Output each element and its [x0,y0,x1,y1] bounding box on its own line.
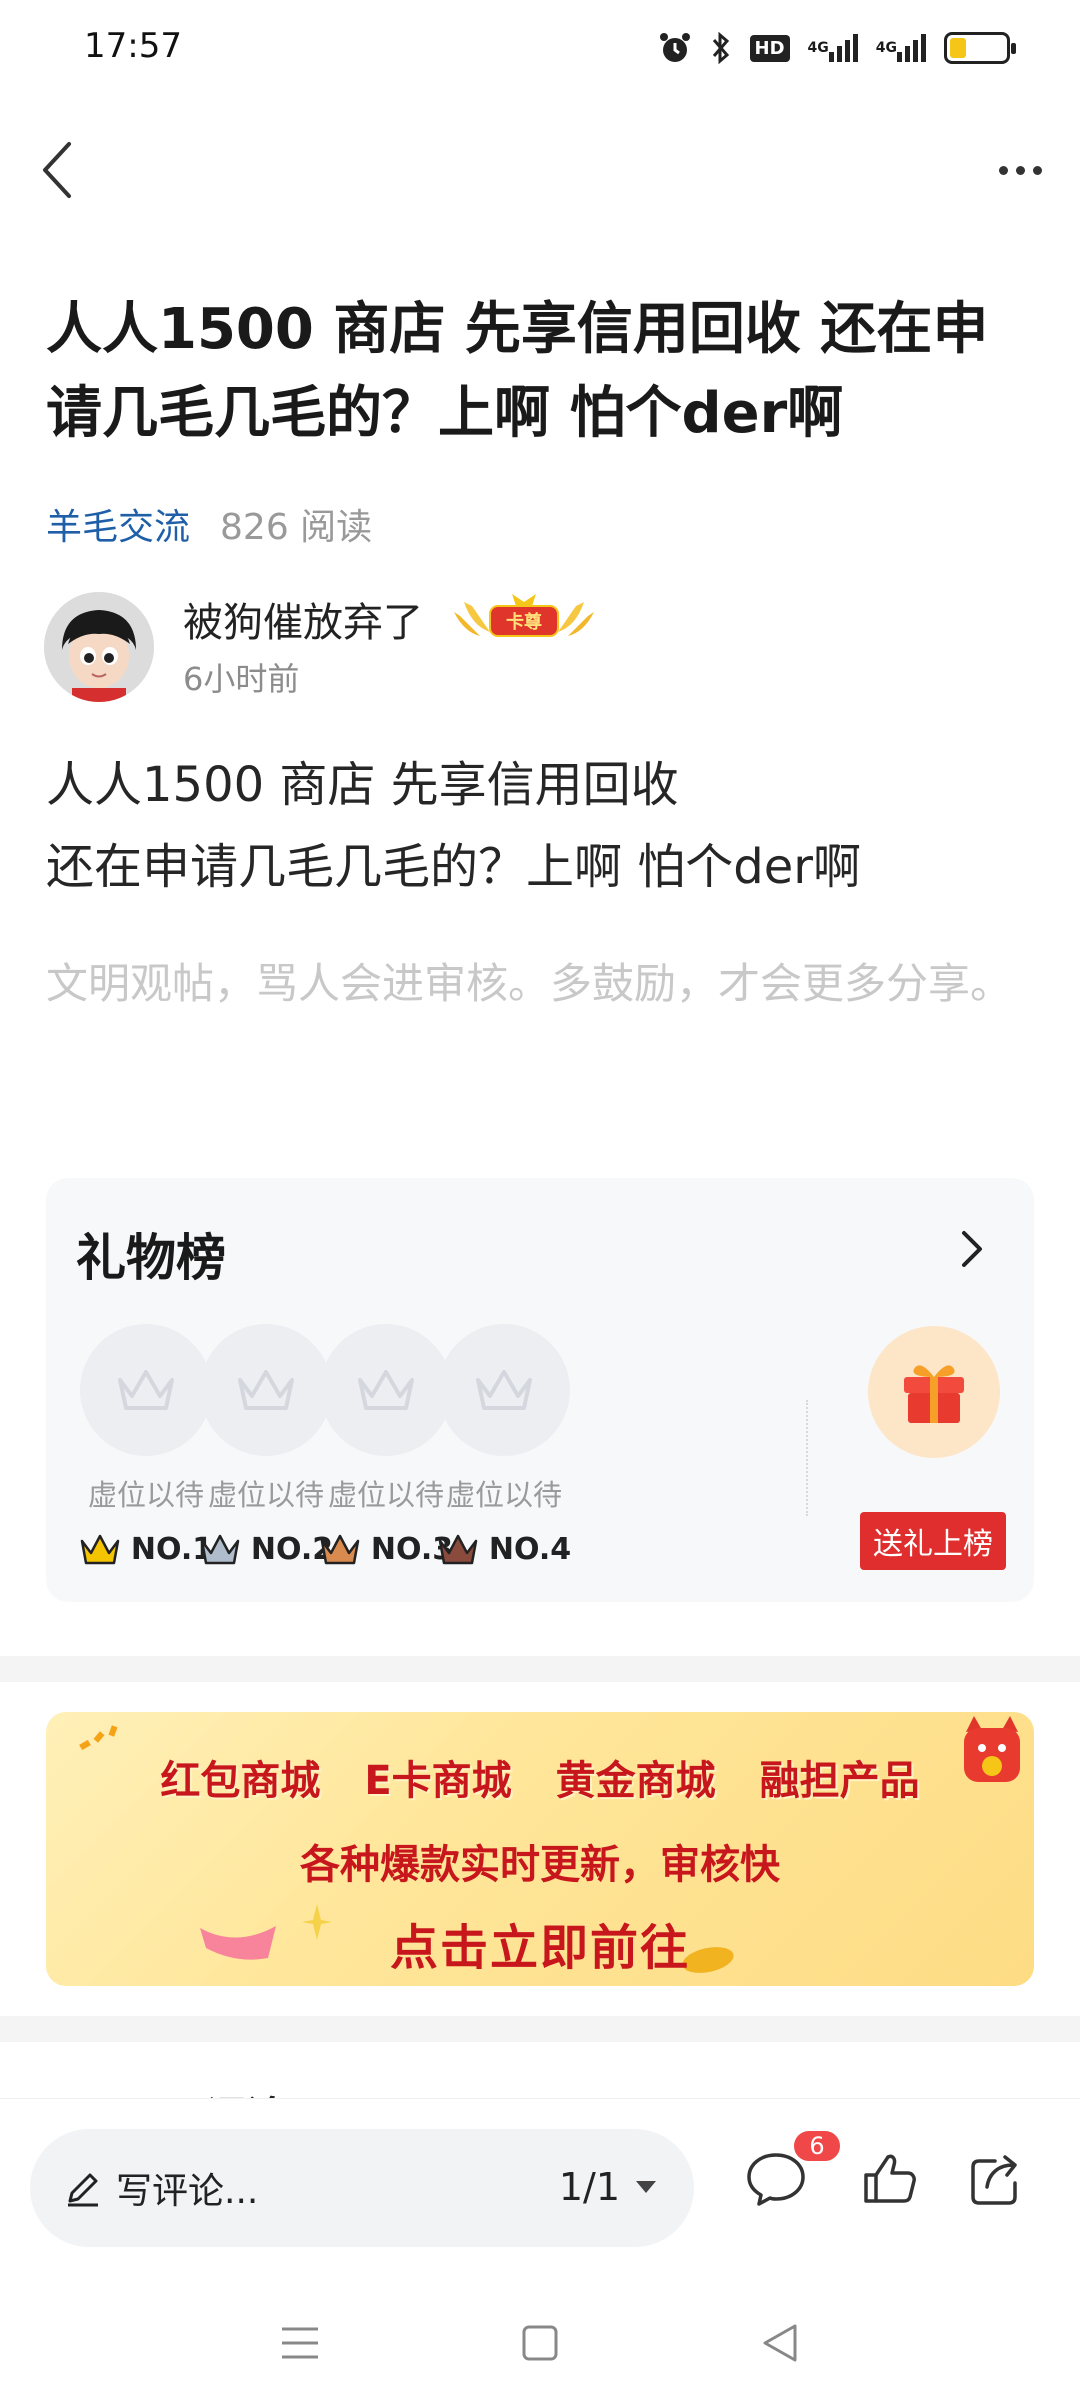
gift-board-more-button[interactable] [950,1222,994,1276]
banner-category: E卡商城 [364,1758,512,1804]
square-icon [522,2325,558,2361]
promo-banner[interactable]: 红包商城 E卡商城 黄金商城 融担产品 各种爆款实时更新，审核快 点击立即前往 [46,1712,1034,1986]
svg-text:卡尊: 卡尊 [506,611,542,633]
pencil-icon [68,2173,98,2207]
comment-placeholder: 写评论... [116,2171,259,2212]
menu-icon [282,2327,318,2359]
crown-outline-icon [476,1370,532,1410]
hd-icon: HD [749,34,790,62]
status-bar: 17:57 HD 4G 4G [0,0,1080,96]
section-separator [0,1656,1080,1682]
post-title: 人人1500 商店 先享信用回收 还在申请几毛几毛的？上啊 怕个der啊 [46,297,989,446]
back-nav-button[interactable] [740,2303,820,2383]
chevron-left-icon [43,142,71,198]
author-name[interactable]: 被狗催放弃了 [183,590,423,648]
author-badge: 卡尊 [450,592,598,644]
author-avatar[interactable] [44,592,154,702]
signal-4g-icon: 4G [876,34,926,62]
alarm-icon [658,31,692,65]
empty-slot-avatar [438,1324,570,1456]
chevron-right-icon [962,1231,982,1267]
slot-label: 虚位以待 [207,1478,324,1512]
back-button[interactable] [22,130,92,210]
divider [806,1400,808,1516]
battery-level [950,38,966,58]
bluetooth-icon [710,31,732,65]
empty-slot-avatar [80,1324,212,1456]
status-time: 17:57 [84,26,182,66]
slot-rank: NO.2 [196,1532,336,1567]
banner-category: 融担产品 [759,1758,920,1804]
home-nav-button[interactable] [500,2303,580,2383]
rank-label: NO.4 [488,1532,572,1567]
rank-crown-icon [80,1534,120,1564]
system-navigation [0,2278,1080,2408]
slot-rank: NO.4 [434,1532,574,1567]
like-button[interactable] [850,2139,930,2219]
page-selector[interactable]: 1/1 [559,2165,658,2209]
comment-input[interactable]: 写评论... 1/1 [30,2129,694,2247]
post-body-line: 人人1500 商店 先享信用回收 [46,757,679,813]
gift-button[interactable] [868,1326,1000,1458]
battery-icon [944,32,1016,64]
post-meta: 羊毛交流 826 阅读 [46,498,372,550]
more-horizontal-icon [998,165,1008,175]
forum-link[interactable]: 羊毛交流 [46,498,190,550]
slot-label: 虚位以待 [445,1478,562,1512]
signal-4g-icon: 4G [808,34,858,62]
rank-crown-icon [200,1534,240,1564]
civility-notice: 文明观帖，骂人会进审核。多鼓励，才会更多分享。 [46,959,1013,1008]
slot-rank: NO.1 [76,1532,216,1567]
section-separator [0,2016,1080,2042]
post-time: 6小时前 [183,660,300,698]
more-options-button[interactable] [980,130,1060,210]
crown-outline-icon [358,1370,414,1410]
gift-slot: 虚位以待 NO.4 [434,1324,574,1567]
gift-slot: 虚位以待 NO.1 [76,1324,216,1567]
top-navigation [0,120,1080,220]
crown-outline-icon [238,1370,294,1410]
banner-subtitle: 各种爆款实时更新，审核快 [300,1842,780,1888]
bottom-action-bar: 写评论... 1/1 6 [0,2098,1080,2278]
banner-categories: 红包商城 E卡商城 黄金商城 融担产品 [46,1748,1034,1806]
empty-slot-avatar [200,1324,332,1456]
gift-board-title: 礼物榜 [76,1229,226,1287]
read-count: 826 阅读 [220,507,373,548]
gift-board: 礼物榜 虚位以待 NO.1 虚位以待 NO.2 虚位以待 NO.3 虚位以待 NO.4 送礼上… [46,1178,1034,1602]
share-button[interactable] [956,2139,1036,2219]
rank-crown-icon [438,1534,478,1564]
gift-icon [904,1365,964,1423]
caret-down-icon [636,2181,656,2193]
rank-crown-icon [320,1534,360,1564]
banner-category: 红包商城 [160,1758,321,1804]
banner-cta: 点击立即前往 [389,1920,690,1976]
crown-outline-icon [118,1370,174,1410]
post-body: 人人1500 商店 先享信用回收 还在申请几毛几毛的？上啊 怕个der啊 [46,744,1036,908]
slot-label: 虚位以待 [87,1478,204,1512]
comment-count-badge: 6 [792,2129,842,2163]
comment-section-header: 评论 [206,2084,286,2098]
banner-category: 黄金商城 [555,1758,716,1804]
gift-slot: 虚位以待 NO.2 [196,1324,336,1567]
status-icons: HD 4G 4G [658,26,1016,70]
thumbs-up-icon [864,2154,916,2203]
share-icon [971,2155,1017,2205]
post-body-line: 还在申请几毛几毛的？上啊 怕个der啊 [46,839,861,895]
send-gift-button[interactable]: 送礼上榜 [860,1512,1006,1570]
menu-nav-button[interactable] [260,2303,340,2383]
triangle-back-icon [763,2324,797,2362]
empty-slot-avatar [320,1324,452,1456]
page-indicator: 1/1 [558,2165,620,2209]
